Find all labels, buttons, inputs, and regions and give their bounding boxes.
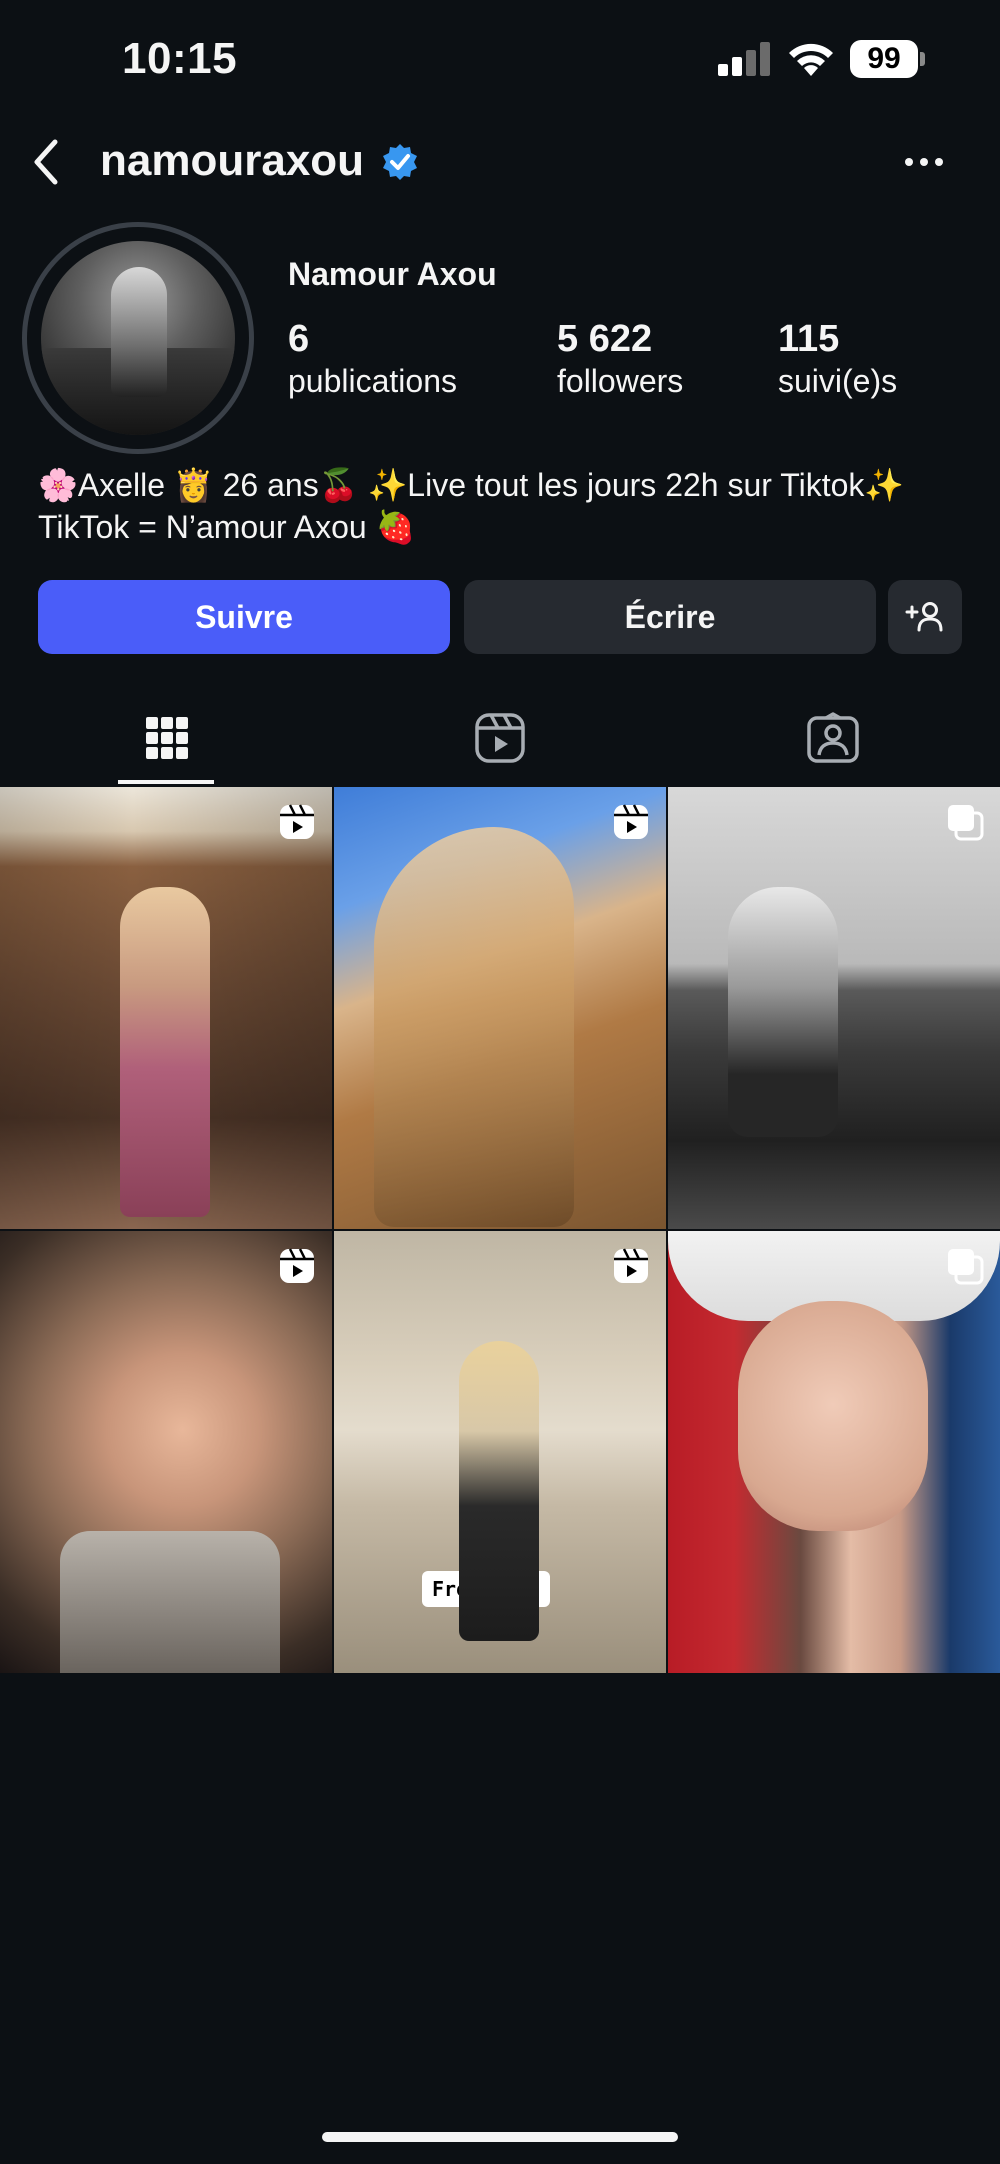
stat-value: 115 (778, 318, 840, 360)
carousel-badge-icon (948, 1249, 984, 1285)
post-thumbnail[interactable] (0, 1231, 332, 1673)
status-bar: 10:15 99 (0, 0, 1000, 120)
avatar (41, 241, 235, 435)
post-thumbnail[interactable] (0, 787, 332, 1229)
tab-tagged[interactable] (666, 692, 999, 784)
add-person-icon (905, 602, 943, 632)
more-options-button[interactable] (896, 142, 952, 182)
stat-value: 6 (288, 318, 310, 360)
suggested-accounts-button[interactable] (888, 580, 962, 654)
bio: 🌸Axelle 👸 26 ans🍒 ✨Live tout les jours 2… (38, 464, 978, 548)
profile-header: namouraxou (0, 120, 1000, 204)
cellular-signal-icon (718, 42, 774, 76)
battery-level: 99 (850, 40, 918, 78)
stat-followers[interactable]: 5 622 followers (557, 318, 683, 402)
battery-icon: 99 (850, 40, 925, 78)
grid-icon (145, 717, 188, 759)
reel-badge-icon (614, 1248, 648, 1283)
wifi-icon (786, 38, 836, 78)
reel-badge-icon (280, 1248, 314, 1283)
tagged-person-icon (806, 712, 859, 763)
chevron-left-icon (34, 139, 58, 185)
stat-value: 5 622 (557, 318, 653, 360)
status-time: 10:15 (122, 34, 238, 83)
active-tab-indicator (118, 780, 214, 784)
stat-following[interactable]: 115 suivi(e)s (778, 318, 897, 402)
display-name: Namour Axou (288, 256, 497, 292)
back-button[interactable] (24, 134, 68, 190)
reel-badge-icon (614, 804, 648, 839)
carousel-badge-icon (948, 805, 984, 841)
home-indicator[interactable] (322, 2132, 678, 2142)
posts-grid: Free Hugs (0, 787, 1000, 1675)
post-overlay-text: Free Hugs (422, 1571, 551, 1607)
post-thumbnail[interactable] (668, 1231, 1000, 1673)
stat-label: followers (557, 363, 684, 399)
tab-reels[interactable] (333, 692, 666, 784)
reel-badge-icon (280, 804, 314, 839)
follow-button[interactable]: Suivre (38, 580, 450, 654)
message-button[interactable]: Écrire (464, 580, 876, 654)
verified-badge-icon (380, 142, 420, 182)
more-horizontal-icon (905, 158, 913, 166)
reels-icon (474, 713, 525, 763)
profile-avatar-ring[interactable] (22, 222, 254, 454)
bio-line: 🌸Axelle 👸 26 ans🍒 ✨Live tout les jours 2… (38, 467, 905, 503)
bio-line: TikTok = N’amour Axou 🍓 (38, 509, 416, 545)
post-thumbnail[interactable] (668, 787, 1000, 1229)
username: namouraxou (100, 136, 365, 185)
stat-publications[interactable]: 6 publications (288, 318, 457, 402)
battery-tip (920, 52, 925, 66)
post-thumbnail[interactable]: Free Hugs (334, 1231, 666, 1673)
stat-label: suivi(e)s (778, 363, 898, 399)
profile-tabs (0, 692, 1000, 784)
post-thumbnail[interactable] (334, 787, 666, 1229)
stat-label: publications (288, 363, 457, 399)
tab-grid[interactable] (0, 692, 333, 784)
